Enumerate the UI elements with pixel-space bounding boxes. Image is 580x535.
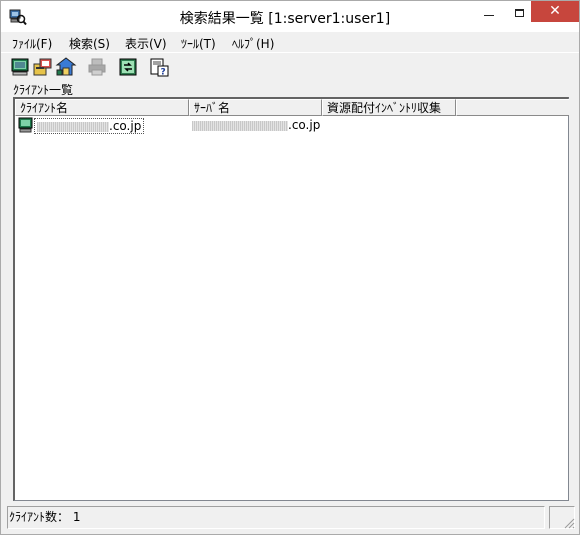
- close-icon: ✕: [549, 3, 561, 19]
- menu-tools[interactable]: ﾂｰﾙ(T): [179, 34, 218, 53]
- column-header-server-name[interactable]: ｻｰﾊﾞ名: [189, 99, 322, 116]
- server-name-cell: .co.jp: [192, 118, 320, 132]
- help-button[interactable]: ?: [148, 56, 170, 78]
- client-list-icon: [11, 58, 29, 76]
- minimize-button[interactable]: [473, 1, 505, 28]
- minimize-icon: [484, 14, 494, 16]
- toolbar: ?: [1, 52, 579, 79]
- inventory-button[interactable]: [32, 56, 54, 78]
- menu-view[interactable]: 表示(V): [123, 34, 169, 53]
- menu-file[interactable]: ﾌｧｲﾙ(F): [10, 34, 54, 53]
- redacted-hostname: [37, 121, 109, 132]
- title-bar[interactable]: 検索結果一覧 [1:server1:user1] ✕: [1, 1, 579, 32]
- help-icon: ?: [150, 58, 169, 78]
- column-header-filler: [456, 99, 569, 116]
- svg-text:?: ?: [161, 68, 166, 78]
- distribution-button[interactable]: [55, 56, 77, 78]
- distribution-icon: [55, 57, 77, 76]
- menu-help[interactable]: ﾍﾙﾌﾟ(H): [230, 34, 276, 53]
- menu-search[interactable]: 検索(S): [67, 34, 112, 53]
- column-header-client-name[interactable]: ｸﾗｲｱﾝﾄ名: [15, 99, 189, 116]
- resize-grip-icon[interactable]: [563, 517, 575, 529]
- inventory-icon: [33, 58, 52, 76]
- refresh-icon: [119, 58, 137, 76]
- table-row[interactable]: .co.jp .co.jp: [15, 117, 568, 135]
- server-name-suffix: .co.jp: [288, 118, 321, 132]
- client-count-status: ｸﾗｲｱﾝﾄ数： 1: [7, 506, 545, 529]
- maximize-icon: [514, 9, 524, 17]
- client-name-suffix: .co.jp: [109, 119, 142, 133]
- client-name-cell[interactable]: .co.jp: [34, 118, 145, 134]
- close-button[interactable]: ✕: [531, 1, 579, 22]
- column-header-inventory[interactable]: 資源配付ｲﾝﾍﾞﾝﾄﾘ収集: [322, 99, 456, 116]
- client-list-label: ｸﾗｲｱﾝﾄ一覧: [13, 83, 74, 97]
- menu-bar: ﾌｧｲﾙ(F) 検索(S) 表示(V) ﾂｰﾙ(T) ﾍﾙﾌﾟ(H): [1, 32, 579, 52]
- print-icon: [88, 58, 106, 76]
- status-bar: ｸﾗｲｱﾝﾄ数： 1: [1, 504, 579, 534]
- search-results-window: 検索結果一覧 [1:server1:user1] ✕ ﾌｧｲﾙ(F) 検索(S)…: [0, 0, 580, 535]
- list-header: ｸﾗｲｱﾝﾄ名 ｻｰﾊﾞ名 資源配付ｲﾝﾍﾞﾝﾄﾘ収集: [15, 99, 569, 116]
- client-list-view[interactable]: ｸﾗｲｱﾝﾄ名 ｻｰﾊﾞ名 資源配付ｲﾝﾍﾞﾝﾄﾘ収集 .co.jp .co.j…: [13, 97, 569, 501]
- refresh-button[interactable]: [117, 56, 139, 78]
- redacted-hostname: [192, 120, 288, 131]
- client-computer-icon: [18, 117, 34, 133]
- print-button[interactable]: [86, 56, 108, 78]
- client-list-button[interactable]: [9, 56, 31, 78]
